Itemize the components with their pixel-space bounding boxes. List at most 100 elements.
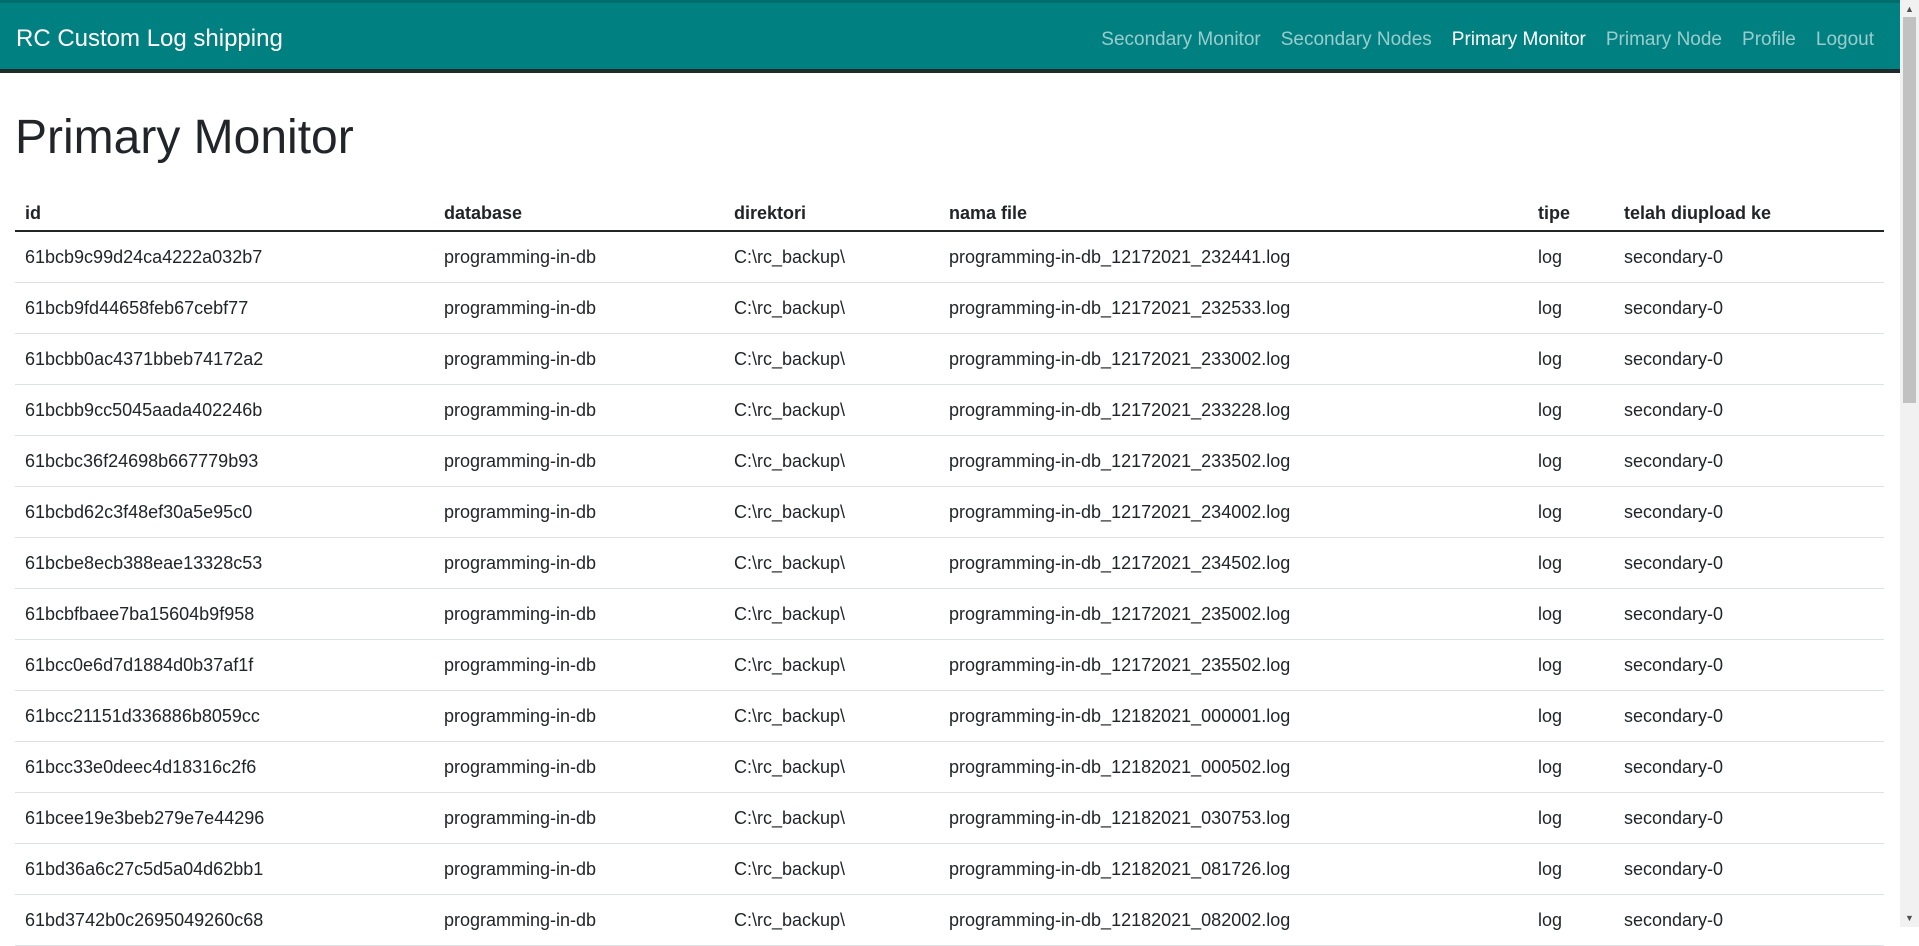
cell-telah-diupload-ke: secondary-0 [1614,384,1884,436]
cell-nama-file: programming-in-db_12172021_235002.log [939,588,1528,640]
cell-telah-diupload-ke: secondary-0 [1614,282,1884,334]
table-header-row: id database direktori nama file tipe tel… [15,197,1884,232]
cell-id: 61bcbd62c3f48ef30a5e95c0 [15,486,434,538]
cell-tipe: log [1528,894,1614,946]
table-row: 61bcbd62c3f48ef30a5e95c0 programming-in-d… [15,486,1884,538]
cell-nama-file: programming-in-db_12172021_232441.log [939,231,1528,283]
scroll-down-arrow-icon[interactable]: ▼ [1905,913,1914,923]
cell-telah-diupload-ke: secondary-0 [1614,792,1884,844]
column-header-telah-diupload-ke: telah diupload ke [1614,197,1884,232]
cell-id: 61bcbb9cc5045aada402246b [15,384,434,436]
cell-telah-diupload-ke: secondary-0 [1614,333,1884,385]
page-title: Primary Monitor [15,111,354,164]
cell-id: 61bcc0e6d7d1884d0b37af1f [15,639,434,691]
cell-database: programming-in-db [434,231,724,283]
cell-nama-file: programming-in-db_12172021_233002.log [939,333,1528,385]
cell-direktori: C:\rc_backup\ [724,639,939,691]
cell-id: 61bcc21151d336886b8059cc [15,690,434,742]
cell-nama-file: programming-in-db_12172021_234502.log [939,537,1528,589]
cell-database: programming-in-db [434,639,724,691]
cell-direktori: C:\rc_backup\ [724,843,939,895]
table-body: 61bcb9c99d24ca4222a032b7 programming-in-d… [15,231,1884,946]
cell-nama-file: programming-in-db_12172021_232533.log [939,282,1528,334]
cell-id: 61bd3742b0c2695049260c68 [15,894,434,946]
cell-database: programming-in-db [434,537,724,589]
table-row: 61bcbe8ecb388eae13328c53 programming-in-d… [15,537,1884,589]
cell-id: 61bcc33e0deec4d18316c2f6 [15,741,434,793]
cell-telah-diupload-ke: secondary-0 [1614,486,1884,538]
brand-link[interactable]: RC Custom Log shipping [16,25,283,53]
cell-direktori: C:\rc_backup\ [724,792,939,844]
nav-link-logout[interactable]: Logout [1816,29,1874,51]
table-row: 61bcb9c99d24ca4222a032b7 programming-in-d… [15,231,1884,283]
cell-tipe: log [1528,486,1614,538]
cell-tipe: log [1528,741,1614,793]
nav-link-secondary-monitor[interactable]: Secondary Monitor [1101,29,1260,51]
table-row: 61bcbfbaee7ba15604b9f958 programming-in-d… [15,588,1884,640]
cell-tipe: log [1528,384,1614,436]
cell-telah-diupload-ke: secondary-0 [1614,894,1884,946]
cell-database: programming-in-db [434,741,724,793]
table-row: 61bcbb9cc5045aada402246b programming-in-d… [15,384,1884,436]
nav-link-profile[interactable]: Profile [1742,29,1796,51]
cell-telah-diupload-ke: secondary-0 [1614,537,1884,589]
cell-database: programming-in-db [434,588,724,640]
cell-database: programming-in-db [434,486,724,538]
cell-id: 61bcee19e3beb279e7e44296 [15,792,434,844]
nav-link-primary-node[interactable]: Primary Node [1606,29,1722,51]
cell-tipe: log [1528,843,1614,895]
table-row: 61bcbc36f24698b667779b93 programming-in-d… [15,435,1884,487]
cell-direktori: C:\rc_backup\ [724,333,939,385]
cell-telah-diupload-ke: secondary-0 [1614,741,1884,793]
cell-database: programming-in-db [434,333,724,385]
cell-direktori: C:\rc_backup\ [724,588,939,640]
cell-nama-file: programming-in-db_12182021_000001.log [939,690,1528,742]
cell-tipe: log [1528,588,1614,640]
primary-monitor-table: id database direktori nama file tipe tel… [15,197,1884,946]
vertical-scrollbar[interactable]: ▲ ▼ [1900,0,1919,927]
cell-nama-file: programming-in-db_12172021_234002.log [939,486,1528,538]
cell-tipe: log [1528,792,1614,844]
column-header-nama-file: nama file [939,197,1528,232]
nav-link-secondary-nodes[interactable]: Secondary Nodes [1281,29,1432,51]
cell-telah-diupload-ke: secondary-0 [1614,690,1884,742]
cell-telah-diupload-ke: secondary-0 [1614,588,1884,640]
cell-nama-file: programming-in-db_12172021_233228.log [939,384,1528,436]
cell-direktori: C:\rc_backup\ [724,741,939,793]
cell-database: programming-in-db [434,690,724,742]
navbar: RC Custom Log shipping Secondary Monitor… [0,0,1900,73]
scrollbar-thumb[interactable] [1903,17,1916,403]
table-row: 61bcc33e0deec4d18316c2f6 programming-in-d… [15,741,1884,793]
cell-nama-file: programming-in-db_12182021_082002.log [939,894,1528,946]
table-row: 61bcc0e6d7d1884d0b37af1f programming-in-d… [15,639,1884,691]
column-header-database: database [434,197,724,232]
cell-tipe: log [1528,333,1614,385]
cell-tipe: log [1528,537,1614,589]
scroll-up-arrow-icon[interactable]: ▲ [1905,4,1914,14]
cell-tipe: log [1528,435,1614,487]
cell-telah-diupload-ke: secondary-0 [1614,639,1884,691]
table-row: 61bcc21151d336886b8059cc programming-in-d… [15,690,1884,742]
cell-id: 61bd36a6c27c5d5a04d62bb1 [15,843,434,895]
cell-direktori: C:\rc_backup\ [724,231,939,283]
column-header-direktori: direktori [724,197,939,232]
cell-nama-file: programming-in-db_12172021_233502.log [939,435,1528,487]
cell-tipe: log [1528,282,1614,334]
table-row: 61bd36a6c27c5d5a04d62bb1 programming-in-d… [15,843,1884,895]
cell-id: 61bcbfbaee7ba15604b9f958 [15,588,434,640]
table-row: 61bcbb0ac4371bbeb74172a2 programming-in-d… [15,333,1884,385]
nav-links: Secondary Monitor Secondary Nodes Primar… [1081,29,1874,51]
column-header-tipe: tipe [1528,197,1614,232]
cell-database: programming-in-db [434,435,724,487]
cell-telah-diupload-ke: secondary-0 [1614,231,1884,283]
cell-database: programming-in-db [434,792,724,844]
cell-direktori: C:\rc_backup\ [724,384,939,436]
cell-direktori: C:\rc_backup\ [724,282,939,334]
column-header-id: id [15,197,434,232]
nav-link-primary-monitor[interactable]: Primary Monitor [1452,29,1586,51]
cell-database: programming-in-db [434,843,724,895]
table-row: 61bd3742b0c2695049260c68 programming-in-d… [15,894,1884,946]
cell-id: 61bcb9c99d24ca4222a032b7 [15,231,434,283]
table-row: 61bcb9fd44658feb67cebf77 programming-in-d… [15,282,1884,334]
cell-database: programming-in-db [434,384,724,436]
